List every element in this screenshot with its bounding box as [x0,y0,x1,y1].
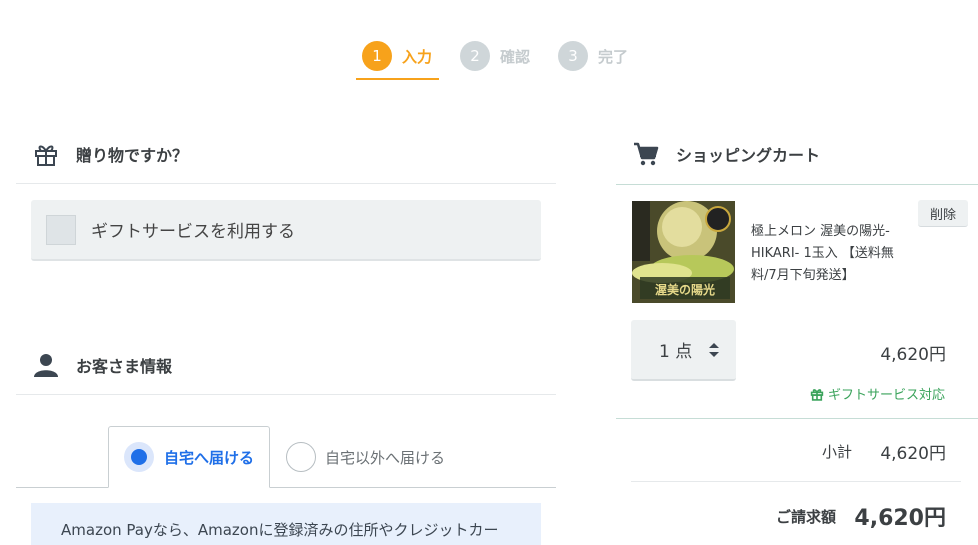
radio-unselected[interactable] [286,442,316,472]
radio-selected[interactable] [124,442,154,472]
gift-badge-label: ギフトサービス対応 [828,388,946,403]
subtotal-label: 小計 [822,443,853,461]
step-complete: 3 完了 [558,40,628,72]
customer-section-header: お客さま情報 [16,335,556,395]
person-icon [32,351,60,379]
quantity-value: 1 点 [659,342,693,362]
section-title: お客さま情報 [76,356,173,376]
cart-icon [632,140,660,168]
amazon-pay-note: Amazon Payなら、Amazonに登録済みの住所やクレジットカー [31,503,541,545]
delete-button[interactable]: 削除 [918,200,968,227]
active-step-underline [356,78,439,80]
gift-icon [32,140,60,168]
step-number: 2 [460,41,491,71]
cart-title: ショッピングカート [676,146,821,165]
product-name[interactable]: 極上メロン 渥美の陽光-HIKARI- 1玉入 【送料無料/7月下旬発送】 [751,221,916,287]
gift-service-badge: ギフトサービス対応 [810,384,945,403]
delivery-tabs: 自宅へ届ける 自宅以外へ届ける [16,426,556,488]
gift-section-header: 贈り物ですか？ [16,124,556,184]
tab-label: 自宅へ届ける [164,448,255,467]
chevron-updown-icon [708,341,720,359]
product-image-label: 渥美の陽光 [655,282,715,297]
total-label: ご請求額 [776,508,837,526]
step-confirm: 2 確認 [460,40,530,72]
gift-service-option[interactable]: ギフトサービスを利用する [31,200,541,261]
gift-service-label: ギフトサービスを利用する [91,222,295,242]
gift-service-checkbox[interactable] [46,214,76,245]
subtotal-value: 4,620円 [880,444,946,464]
divider [631,481,961,482]
step-label: 入力 [402,47,433,66]
tab-label: 自宅以外へ届ける [325,448,446,467]
item-price: 4,620円 [880,345,946,365]
step-label: 確認 [500,47,531,66]
total-value: 4,620円 [854,506,946,531]
quantity-select[interactable]: 1 点 [631,320,736,381]
tab-other-delivery[interactable]: 自宅以外へ届ける [286,426,445,488]
section-title: 贈り物ですか？ [76,145,189,165]
divider [616,418,978,419]
step-number: 3 [558,41,589,71]
gift-icon [810,387,824,401]
tab-home-delivery[interactable]: 自宅へ届ける [108,426,270,488]
step-number: 1 [362,41,392,71]
step-input: 1 入力 [356,40,432,72]
step-indicator: 1 入力 2 確認 3 完了 [356,40,656,82]
step-label: 完了 [598,47,629,66]
checkout-page: 1 入力 2 確認 3 完了 贈り物ですか？ ギフトサービスを利用する お客さま… [0,0,978,545]
cart-header: ショッピングカート [616,124,978,185]
product-image[interactable]: 渥美の陽光 [632,201,735,303]
